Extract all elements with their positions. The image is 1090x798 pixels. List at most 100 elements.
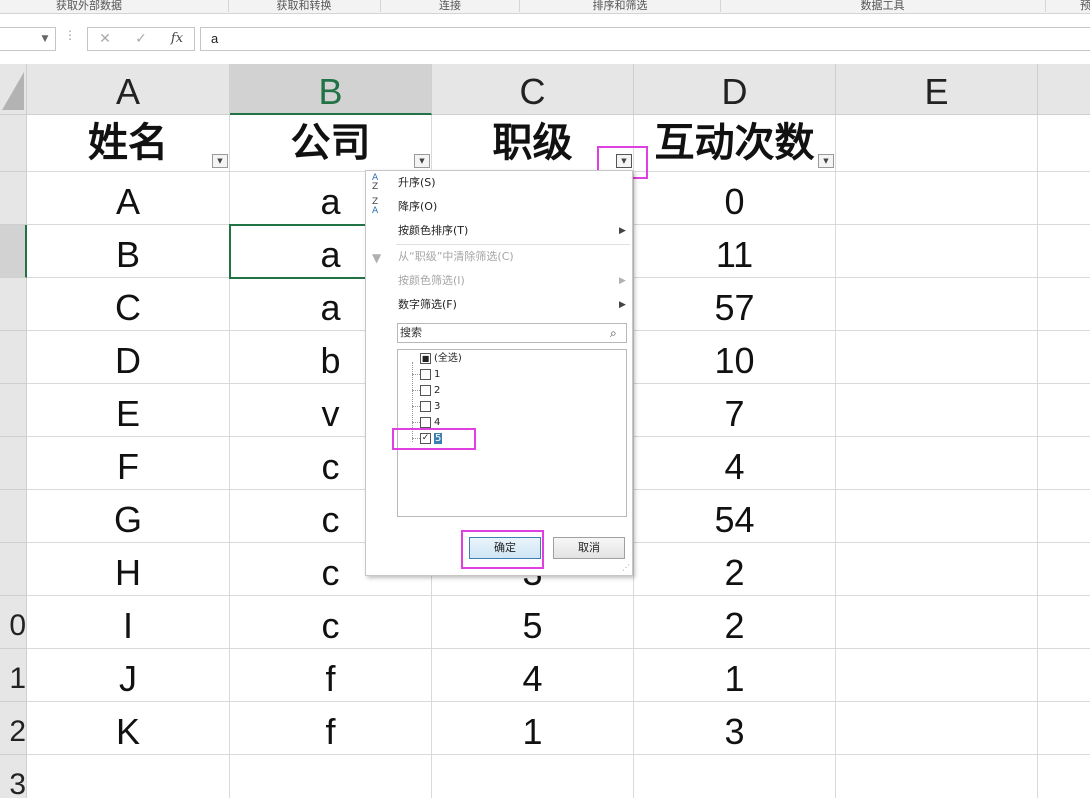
- cell-e[interactable]: [836, 278, 1038, 331]
- cell-e[interactable]: [836, 649, 1038, 702]
- checkbox-mixed-icon[interactable]: ■: [420, 352, 431, 364]
- cell-e[interactable]: [836, 331, 1038, 384]
- filter-value-select-all[interactable]: ■ (全选): [420, 351, 462, 367]
- chevron-down-icon[interactable]: ▼: [38, 27, 52, 51]
- cell-interactions[interactable]: 11: [634, 225, 836, 278]
- header-cell-interactions[interactable]: 互动次数: [634, 115, 836, 172]
- cell[interactable]: [230, 755, 432, 798]
- cell[interactable]: [1038, 490, 1090, 543]
- cell[interactable]: [836, 755, 1038, 798]
- cell-e[interactable]: [836, 437, 1038, 490]
- column-header-b[interactable]: B: [230, 64, 432, 115]
- header-cell-e[interactable]: [836, 115, 1038, 172]
- row-header[interactable]: [0, 278, 27, 331]
- checkbox-icon[interactable]: [420, 384, 431, 396]
- cell-name[interactable]: J: [27, 649, 230, 702]
- menu-item-clear-filter[interactable]: 从“职级”中清除筛选(C): [398, 247, 514, 267]
- checkbox-icon[interactable]: [420, 416, 431, 428]
- row-header[interactable]: 3: [0, 755, 27, 798]
- column-header-e[interactable]: E: [836, 64, 1038, 115]
- cell[interactable]: [432, 755, 634, 798]
- column-header-c[interactable]: C: [432, 64, 634, 115]
- cell-name[interactable]: A: [27, 172, 230, 225]
- row-header[interactable]: [0, 384, 27, 437]
- cell-e[interactable]: [836, 490, 1038, 543]
- column-header-f[interactable]: [1038, 64, 1090, 115]
- row-header[interactable]: [0, 543, 27, 596]
- resize-grip-icon[interactable]: ⋰: [622, 563, 630, 572]
- row-header[interactable]: [0, 225, 27, 278]
- cell-interactions[interactable]: 2: [634, 543, 836, 596]
- cell[interactable]: [634, 755, 836, 798]
- cell[interactable]: [1038, 596, 1090, 649]
- row-header[interactable]: 2: [0, 702, 27, 755]
- column-header-a[interactable]: A: [27, 64, 230, 115]
- cell-name[interactable]: H: [27, 543, 230, 596]
- filter-value-3[interactable]: 3: [420, 399, 440, 415]
- cell-interactions[interactable]: 1: [634, 649, 836, 702]
- cell[interactable]: [27, 755, 230, 798]
- row-header[interactable]: 1: [0, 649, 27, 702]
- cancel-button[interactable]: 取消: [553, 537, 625, 559]
- filter-dropdown-interactions[interactable]: ▼: [818, 154, 834, 168]
- cell-name[interactable]: F: [27, 437, 230, 490]
- cell[interactable]: [1038, 437, 1090, 490]
- cell-interactions[interactable]: 4: [634, 437, 836, 490]
- cell-name[interactable]: C: [27, 278, 230, 331]
- cell-name[interactable]: I: [27, 596, 230, 649]
- cell[interactable]: [1038, 384, 1090, 437]
- cell[interactable]: [1038, 702, 1090, 755]
- filter-value-2[interactable]: 2: [420, 383, 440, 399]
- cell[interactable]: [1038, 225, 1090, 278]
- cell-level[interactable]: 1: [432, 702, 634, 755]
- menu-item-number-filter[interactable]: 数字筛选(F): [398, 295, 457, 315]
- cell-interactions[interactable]: 0: [634, 172, 836, 225]
- row-header[interactable]: [0, 437, 27, 490]
- cell[interactable]: [1038, 115, 1090, 172]
- cell[interactable]: [1038, 755, 1090, 798]
- menu-item-filter-by-color[interactable]: 按颜色筛选(I): [398, 271, 465, 291]
- cell-interactions[interactable]: 3: [634, 702, 836, 755]
- cell-level[interactable]: 5: [432, 596, 634, 649]
- checkbox-icon[interactable]: [420, 368, 431, 380]
- cell-interactions[interactable]: 10: [634, 331, 836, 384]
- cell-interactions[interactable]: 54: [634, 490, 836, 543]
- cell[interactable]: [1038, 172, 1090, 225]
- formula-input[interactable]: a: [200, 27, 1090, 51]
- row-header[interactable]: [0, 331, 27, 384]
- menu-item-sort-descending[interactable]: 降序(O): [398, 197, 437, 217]
- cell-company[interactable]: f: [230, 649, 432, 702]
- cell-name[interactable]: B: [27, 225, 230, 278]
- cell-interactions[interactable]: 2: [634, 596, 836, 649]
- row-header[interactable]: [0, 115, 27, 172]
- filter-search-input[interactable]: 搜索: [397, 323, 627, 343]
- cell-name[interactable]: K: [27, 702, 230, 755]
- cell-company[interactable]: c: [230, 596, 432, 649]
- cell-name[interactable]: E: [27, 384, 230, 437]
- row-header[interactable]: [0, 490, 27, 543]
- cell[interactable]: [1038, 331, 1090, 384]
- cell[interactable]: [1038, 649, 1090, 702]
- cell-company[interactable]: f: [230, 702, 432, 755]
- cell-e[interactable]: [836, 384, 1038, 437]
- enter-icon[interactable]: ✓: [130, 27, 152, 51]
- cell-e[interactable]: [836, 543, 1038, 596]
- filter-dropdown-name[interactable]: ▼: [212, 154, 228, 168]
- cell-e[interactable]: [836, 225, 1038, 278]
- cell-interactions[interactable]: 7: [634, 384, 836, 437]
- cell[interactable]: [1038, 278, 1090, 331]
- header-cell-name[interactable]: 姓名: [27, 115, 230, 172]
- row-header[interactable]: 0: [0, 596, 27, 649]
- menu-item-sort-ascending[interactable]: 升序(S): [398, 173, 436, 193]
- header-cell-company[interactable]: 公司: [230, 115, 432, 172]
- cell-name[interactable]: G: [27, 490, 230, 543]
- row-header[interactable]: [0, 172, 27, 225]
- cell[interactable]: [1038, 543, 1090, 596]
- checkbox-icon[interactable]: [420, 400, 431, 412]
- filter-dropdown-company[interactable]: ▼: [414, 154, 430, 168]
- cell-e[interactable]: [836, 702, 1038, 755]
- cell-name[interactable]: D: [27, 331, 230, 384]
- cell-e[interactable]: [836, 172, 1038, 225]
- cell-level[interactable]: 4: [432, 649, 634, 702]
- cell-interactions[interactable]: 57: [634, 278, 836, 331]
